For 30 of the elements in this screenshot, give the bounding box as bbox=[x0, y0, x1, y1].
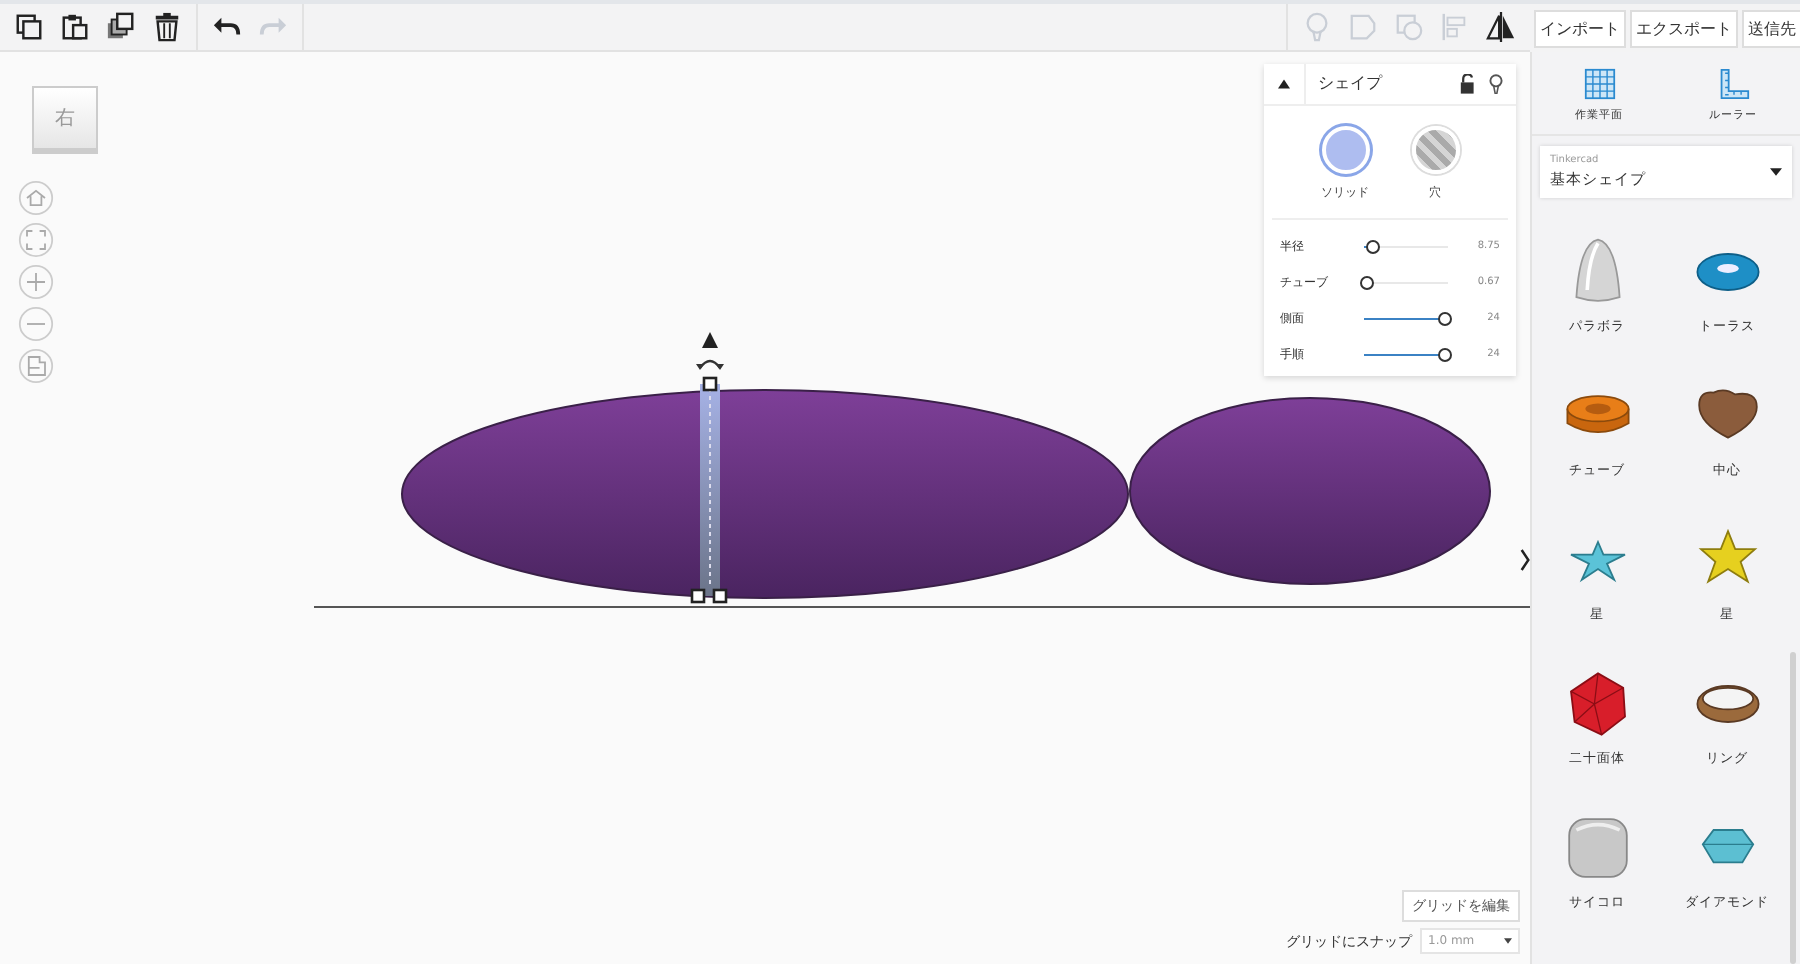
slider-thumb[interactable] bbox=[1438, 311, 1452, 325]
grid-icon bbox=[1583, 68, 1615, 100]
rotate-handle-icon[interactable] bbox=[696, 354, 724, 370]
collapse-caret-icon[interactable] bbox=[1276, 78, 1292, 90]
duplicate-icon bbox=[106, 12, 136, 42]
light-bulb-icon[interactable] bbox=[1488, 74, 1504, 94]
ungroup-icon bbox=[1394, 12, 1424, 42]
ruler-icon bbox=[1717, 68, 1749, 100]
mirror-icon bbox=[1486, 12, 1516, 42]
trash-icon bbox=[152, 12, 182, 42]
lift-arrow-icon[interactable] bbox=[702, 332, 718, 348]
header-button[interactable]: 送信先 bbox=[1742, 9, 1800, 47]
panel-title: シェイプ bbox=[1304, 64, 1448, 104]
dropdown-caret-icon bbox=[1770, 168, 1782, 176]
dropdown-caret-icon bbox=[1504, 938, 1512, 944]
header-button[interactable]: エクスポート bbox=[1630, 9, 1738, 47]
copy-icon bbox=[14, 12, 44, 42]
slider-thumb[interactable] bbox=[1438, 347, 1452, 361]
scrollbar-thumb[interactable] bbox=[1790, 652, 1796, 964]
slider-thumb[interactable] bbox=[1365, 239, 1380, 253]
header-button[interactable]: インポート bbox=[1534, 9, 1626, 47]
view-cube-label: 右 bbox=[55, 106, 75, 132]
clipboard-icon bbox=[60, 12, 90, 42]
chevron-right-icon[interactable] bbox=[1520, 544, 1530, 576]
ruler-bar-drawing[interactable] bbox=[690, 376, 730, 608]
slider-thumb[interactable] bbox=[1360, 275, 1374, 289]
light-bulb-icon bbox=[1302, 12, 1332, 42]
group-icon bbox=[1348, 12, 1378, 42]
padlock-icon[interactable] bbox=[1460, 74, 1476, 94]
align-icon bbox=[1440, 12, 1470, 42]
